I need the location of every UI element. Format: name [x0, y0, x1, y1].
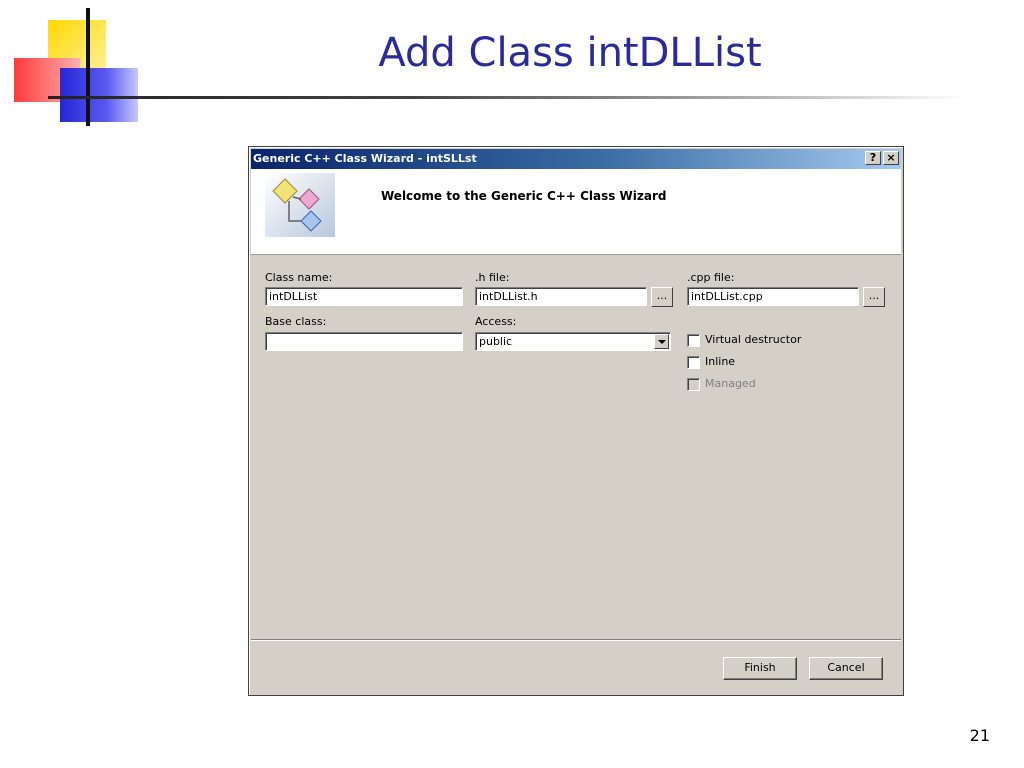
horizontal-rule: [48, 96, 968, 99]
wizard-banner: Welcome to the Generic C++ Class Wizard: [251, 169, 901, 255]
dropdown-arrow-icon[interactable]: [654, 334, 669, 349]
banner-heading: Welcome to the Generic C++ Class Wizard: [381, 189, 667, 203]
inline-label: Inline: [705, 355, 736, 368]
access-select[interactable]: public: [475, 332, 671, 351]
class-diagram-icon: [265, 173, 335, 237]
managed-label: Managed: [705, 377, 756, 390]
cpp-file-browse-button[interactable]: ...: [863, 287, 885, 307]
class-wizard-dialog: Generic C++ Class Wizard - intSLLst ? × …: [248, 146, 904, 696]
dialog-titlebar[interactable]: Generic C++ Class Wizard - intSLLst ? ×: [251, 149, 901, 169]
help-button[interactable]: ?: [865, 151, 881, 165]
cpp-file-label: .cpp file:: [687, 271, 735, 284]
finish-button[interactable]: Finish: [723, 657, 797, 680]
footer-separator: [251, 639, 901, 641]
close-button[interactable]: ×: [883, 151, 899, 165]
virtual-destructor-label: Virtual destructor: [705, 333, 802, 346]
page-number: 21: [969, 726, 990, 745]
blue-square-decoration: [60, 68, 138, 122]
class-name-label: Class name:: [265, 271, 333, 284]
dialog-title: Generic C++ Class Wizard - intSLLst: [253, 152, 477, 165]
class-name-input[interactable]: intDLList: [265, 287, 463, 306]
vertical-rule: [86, 8, 90, 126]
access-select-value: public: [479, 335, 513, 348]
slide-title: Add Class intDLList: [378, 30, 762, 76]
base-class-label: Base class:: [265, 315, 327, 328]
h-file-input[interactable]: intDLList.h: [475, 287, 647, 306]
managed-checkbox: [687, 378, 700, 391]
cancel-button[interactable]: Cancel: [809, 657, 883, 680]
h-file-label: .h file:: [475, 271, 510, 284]
h-file-browse-button[interactable]: ...: [651, 287, 673, 307]
inline-checkbox[interactable]: [687, 356, 700, 369]
slide-decoration: [0, 0, 160, 130]
base-class-input[interactable]: [265, 332, 463, 351]
cpp-file-input[interactable]: intDLList.cpp: [687, 287, 859, 306]
virtual-destructor-checkbox[interactable]: [687, 334, 700, 347]
access-label: Access:: [475, 315, 517, 328]
